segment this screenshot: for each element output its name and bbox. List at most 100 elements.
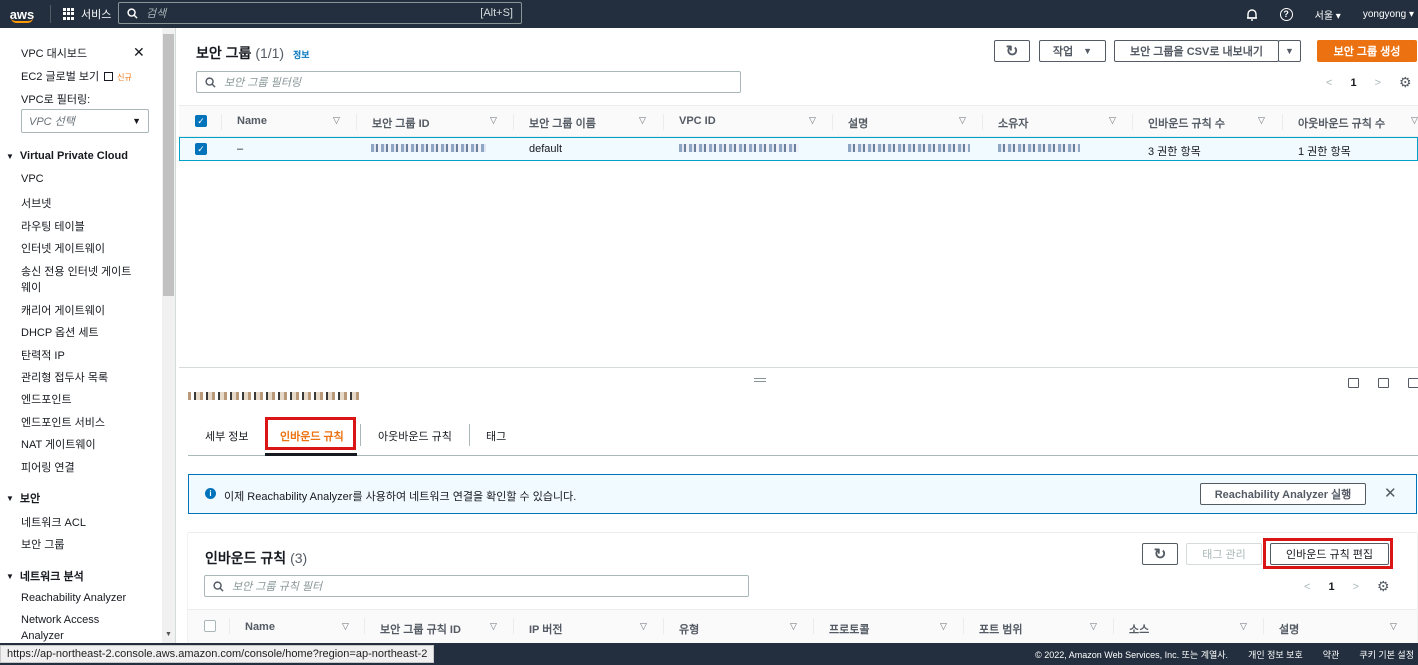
pane-bottom-icon[interactable] [1348,378,1359,388]
export-dropdown-button[interactable]: ▼ [1278,40,1301,62]
user-menu[interactable]: yongyong ▾ [1363,9,1414,20]
column-ip-version[interactable]: IP 버전 [529,621,563,637]
sidebar-item-network-access[interactable]: Network Access [21,614,99,626]
sidebar-item-peering[interactable]: 피어링 연결 [21,459,75,475]
sidebar-item-global-view[interactable]: EC2 글로벌 보기 신규 [21,68,132,84]
gear-icon[interactable]: ⚙ [1399,74,1412,91]
inbound-refresh-button[interactable]: ↻ [1142,543,1178,565]
services-menu[interactable]: 서비스 [57,6,117,22]
sort-icon[interactable]: ▽ [790,621,797,632]
help-icon[interactable]: ? [1279,7,1293,21]
column-description[interactable]: 설명 [848,115,868,131]
rule-filter-input[interactable]: 보안 그룹 규칙 필터 [204,575,749,597]
tab-details[interactable]: 세부 정보 [205,428,249,444]
next-page-icon[interactable]: > [1375,77,1381,89]
sort-icon[interactable]: ▽ [490,115,497,126]
sidebar-item-elastic-ip[interactable]: 탄력적 IP [21,347,65,363]
drag-handle-icon[interactable] [754,378,766,382]
aws-logo[interactable]: aws [0,0,44,28]
refresh-button[interactable]: ↻ [994,40,1030,62]
sidebar-item-subnets[interactable]: 서브넷 [21,195,51,211]
sort-icon[interactable]: ▽ [490,621,497,632]
pane-split-icon[interactable] [1378,378,1389,388]
column-rule-description[interactable]: 설명 [1279,621,1299,637]
tab-tags[interactable]: 태그 [486,428,506,444]
prev-page-icon[interactable]: < [1304,581,1310,593]
sidebar-item-route-tables[interactable]: 라우팅 테이블 [21,218,85,234]
sort-icon[interactable]: ▽ [342,621,349,632]
next-page-icon[interactable]: > [1353,581,1359,593]
sidebar-item-endpoint-services[interactable]: 엔드포인트 서비스 [21,414,105,430]
sidebar-item-endpoints[interactable]: 엔드포인트 [21,391,72,407]
sort-icon[interactable]: ▽ [1109,115,1116,126]
row-checkbox[interactable]: ✓ [195,143,207,155]
actions-button[interactable]: 작업 ▼ [1039,40,1106,62]
sort-icon[interactable]: ▽ [640,621,647,632]
select-all-checkbox[interactable]: ✓ [195,115,207,127]
current-page[interactable]: 1 [1328,581,1334,593]
sidebar-item-vpc[interactable]: VPC [21,173,44,185]
column-owner[interactable]: 소유자 [998,115,1028,131]
info-link[interactable]: 정보 [293,50,310,60]
sidebar-item-carrier-gateways[interactable]: 캐리어 게이트웨이 [21,302,105,318]
column-rule-name[interactable]: Name [245,621,275,633]
sort-icon[interactable]: ▽ [333,115,340,126]
table-row[interactable]: ✓ – default 3 권한 항목 1 권한 항목 [179,137,1418,161]
export-csv-button[interactable]: 보안 그룹을 CSV로 내보내기 [1114,40,1279,62]
sidebar-item-network-acl[interactable]: 네트워크 ACL [21,514,86,530]
close-icon[interactable]: ✕ [1384,484,1397,502]
sidebar-item-prefix-lists[interactable]: 관리형 접두사 목록 [21,369,108,385]
column-vpc-id[interactable]: VPC ID [679,115,716,127]
sidebar-item-reachability-analyzer[interactable]: Reachability Analyzer [21,592,126,604]
column-group-id[interactable]: 보안 그룹 ID [372,115,430,131]
bell-icon[interactable] [1246,8,1258,21]
column-group-name[interactable]: 보안 그룹 이름 [529,115,596,131]
sidebar-item-vpc-dashboard[interactable]: VPC 대시보드 [21,45,87,61]
sidebar-item-egress-gateway-wrap[interactable]: 웨이 [21,279,41,295]
column-port-range[interactable]: 포트 범위 [979,621,1023,637]
close-icon[interactable]: ✕ [133,44,145,61]
footer-privacy-link[interactable]: 개인 정보 보호 [1248,648,1303,661]
prev-page-icon[interactable]: < [1326,77,1332,89]
section-network-analysis[interactable]: ▼ 네트워크 분석 [6,568,84,584]
sort-icon[interactable]: ▽ [1411,115,1418,126]
section-virtual-private-cloud[interactable]: ▼ Virtual Private Cloud [6,150,128,162]
footer-cookies-link[interactable]: 쿠키 기본 설정 [1359,648,1414,661]
column-inbound-count[interactable]: 인바운드 규칙 수 [1148,115,1225,131]
cell-vpc-id-redacted[interactable] [679,144,799,152]
sort-icon[interactable]: ▽ [809,115,816,126]
column-outbound-count[interactable]: 아웃바운드 규칙 수 [1298,115,1385,131]
sidebar-item-dhcp-options[interactable]: DHCP 옵션 세트 [21,324,99,340]
sidebar-item-egress-gateway[interactable]: 송신 전용 인터넷 게이트 [21,263,131,279]
sort-icon[interactable]: ▽ [1090,621,1097,632]
footer-terms-link[interactable]: 약관 [1323,648,1340,661]
column-rule-id[interactable]: 보안 그룹 규칙 ID [380,621,461,637]
select-all-rules-checkbox[interactable] [204,620,216,632]
security-group-filter-input[interactable]: 보안 그룹 필터링 [196,71,741,93]
sidebar-item-network-access-wrap[interactable]: Analyzer [21,630,64,642]
sort-icon[interactable]: ▽ [1390,621,1397,632]
scrollbar-thumb[interactable] [163,34,174,296]
region-selector[interactable]: 서울 ▾ [1315,7,1341,22]
column-name[interactable]: Name [237,115,267,127]
current-page[interactable]: 1 [1350,77,1356,89]
section-security[interactable]: ▼ 보안 [6,490,40,506]
split-divider[interactable] [179,367,1418,368]
sidebar-item-internet-gateways[interactable]: 인터넷 게이트웨이 [21,240,105,256]
sort-icon[interactable]: ▽ [639,115,646,126]
vpc-filter-select[interactable]: VPC 선택 ▼ [21,109,149,133]
sort-icon[interactable]: ▽ [940,621,947,632]
create-security-group-button[interactable]: 보안 그룹 생성 [1317,40,1417,62]
sidebar-item-nat-gateways[interactable]: NAT 게이트웨이 [21,436,96,452]
global-search-input[interactable]: 검색 [Alt+S] [118,2,522,24]
column-type[interactable]: 유형 [679,621,699,637]
sort-icon[interactable]: ▽ [1240,621,1247,632]
gear-icon[interactable]: ⚙ [1377,578,1390,595]
scroll-down-icon[interactable]: ▼ [165,631,172,638]
pane-side-icon[interactable] [1408,378,1418,388]
column-protocol[interactable]: 프로토콜 [829,621,869,637]
tab-outbound-rules[interactable]: 아웃바운드 규칙 [378,428,452,444]
manage-tags-button[interactable]: 태그 관리 [1186,543,1262,565]
column-source[interactable]: 소스 [1129,621,1149,637]
sort-icon[interactable]: ▽ [1258,115,1265,126]
